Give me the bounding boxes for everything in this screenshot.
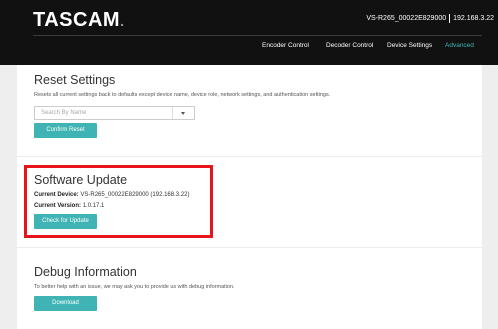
section-divider: [17, 156, 482, 157]
software-update-title: Software Update: [34, 173, 128, 187]
current-version-value: 1.0.17.1: [82, 203, 105, 209]
nav-advanced[interactable]: Advanced: [445, 42, 474, 54]
current-device-value: VS-R265_00022E829000 (192.168.3.22): [80, 192, 190, 198]
current-device-label: Current Device:: [34, 192, 79, 198]
tascam-logo: TASCAM.: [33, 9, 124, 32]
logo-dot: .: [120, 13, 125, 29]
section-divider: [17, 247, 482, 248]
nav-device-settings[interactable]: Device Settings: [387, 42, 432, 54]
device-name: VS-R265_00022E829000: [366, 15, 447, 22]
logo-text: TASCAM: [33, 9, 121, 31]
reset-settings-description: Resets all current settings back to defa…: [34, 92, 331, 98]
current-version-row: Current Version: 1.0.17.1: [34, 203, 104, 209]
current-device-row: Current Device: VS-R265_00022E829000 (19…: [34, 192, 189, 198]
nav-encoder-control[interactable]: Encoder Control: [262, 42, 309, 54]
reset-settings-title: Reset Settings: [34, 73, 116, 87]
select-dropdown-toggle[interactable]: [172, 107, 194, 119]
chevron-down-icon: [181, 112, 185, 115]
check-for-update-button[interactable]: Check for Update: [34, 214, 97, 229]
topbar-divider: [33, 35, 482, 36]
reset-search-placeholder: Search By Name: [41, 110, 87, 116]
nav-decoder-control[interactable]: Decoder Control: [326, 42, 373, 54]
debug-information-title: Debug Information: [34, 265, 137, 279]
confirm-reset-button[interactable]: Confirm Reset: [34, 123, 97, 138]
device-ip: 192.168.3.22: [453, 15, 494, 22]
device-info-separator: [449, 14, 451, 23]
top-bar: TASCAM. VS-R265_00022E829000 192.168.3.2…: [0, 0, 498, 65]
current-version-label: Current Version:: [34, 203, 82, 209]
download-button[interactable]: Download: [34, 296, 97, 311]
debug-information-description: To better help with an issue, we may ask…: [34, 284, 235, 290]
reset-search-select[interactable]: Search By Name: [34, 106, 195, 120]
device-info: VS-R265_00022E829000 192.168.3.22: [366, 14, 494, 23]
